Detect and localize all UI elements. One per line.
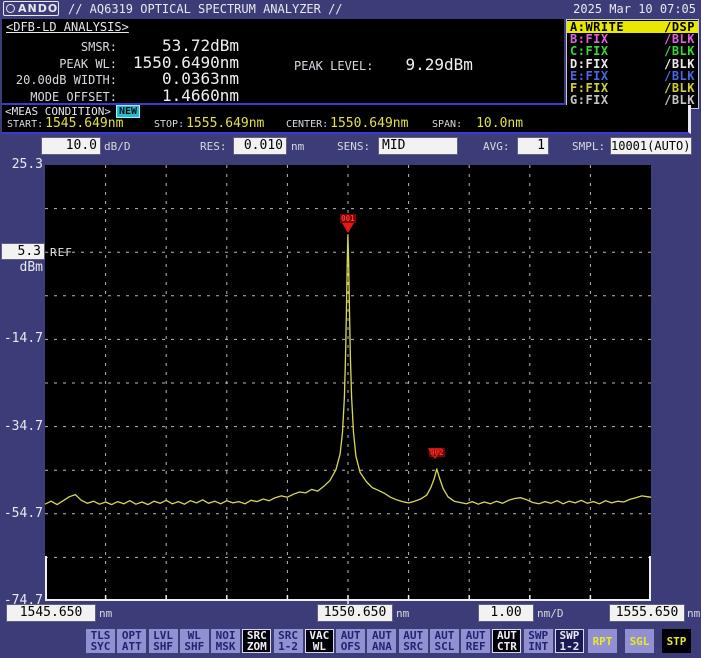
softkey-aut-ana[interactable]: AUT ANA (367, 629, 396, 653)
marker-triangle-hollow-icon (428, 448, 442, 459)
y-tick-m14: -14.7 (0, 332, 43, 346)
softkey-opt-att[interactable]: OPT ATT (117, 629, 146, 653)
trace-row-c[interactable]: C:FIX/BLK (567, 45, 698, 57)
softkey-aut-ofs[interactable]: AUT OFS (336, 629, 365, 653)
peak-level-readout: PEAK LEVEL: 9.29dBm (294, 55, 473, 74)
res-label: RES: (200, 140, 227, 153)
softkey-aut-scl[interactable]: AUT SCL (430, 629, 459, 653)
mode-offset-value: 1.4660nm (117, 86, 239, 105)
softkey-swp-1-2[interactable]: SWP 1-2 (555, 629, 584, 653)
softkey-aut-ctr[interactable]: AUT CTR (492, 629, 521, 653)
res-unit: nm (291, 140, 304, 153)
softkey-src-1-2[interactable]: SRC 1-2 (274, 629, 303, 653)
trace-mode: /BLK (664, 58, 695, 70)
datetime: 2025 Mar 10 07:05 (573, 2, 696, 16)
peak-marker-label: 001 (340, 214, 356, 223)
runkey-stp[interactable]: STP (662, 629, 691, 653)
trace-row-d[interactable]: D:FIX/BLK (567, 58, 698, 70)
avg-label: AVG: (483, 140, 510, 153)
trace-mode: /BLK (664, 45, 695, 57)
peak-marker-001: 001 (339, 214, 357, 233)
average-input[interactable]: 1 (518, 138, 548, 154)
x-stop-unit: nm (687, 607, 700, 620)
stop-wavelength-field: STOP: 1555.649nm (154, 116, 264, 131)
softkey-lvl-shf[interactable]: LVL SHF (149, 629, 178, 653)
y-axis-unit: dBm (0, 261, 43, 275)
trace-name: C:FIX (570, 45, 609, 57)
y-tick-m54: -54.7 (0, 507, 43, 521)
softkey-aut-src[interactable]: AUT SRC (399, 629, 428, 653)
x-center-unit: nm (396, 607, 409, 620)
peak-marker-002: 002 (428, 448, 446, 457)
y-tick-m34: -34.7 (0, 420, 43, 434)
analysis-row-peak-wl: PEAK WL: 1550.6490nm (2, 53, 239, 70)
analysis-row-20db-width: 20.00dB WIDTH: 0.0363nm (2, 69, 239, 86)
x-per-div-input[interactable]: 1.00 (479, 605, 533, 621)
x-per-div-unit: nm/D (537, 607, 564, 620)
peak-level-value: 9.29dBm (405, 55, 472, 74)
ando-logo: ANDO (3, 1, 59, 16)
y-tick-top: 25.3 (0, 158, 43, 172)
marker-triangle-filled-icon (342, 223, 354, 233)
ando-logo-icon (6, 4, 15, 13)
x-center-input[interactable]: 1550.650 (318, 605, 392, 621)
softkey-wl-shf[interactable]: WL SHF (180, 629, 209, 653)
softkey-bar: TLS SYCOPT ATTLVL SHFWL SHFNOI MSKSRC ZO… (86, 629, 584, 653)
run-key-bar: RPT SGL STP (588, 629, 691, 653)
sens-label: SENS: (337, 140, 370, 153)
x-start-unit: nm (99, 607, 112, 620)
ando-logo-text: ANDO (18, 2, 58, 15)
softkey-src-zom[interactable]: SRC ZOM (242, 629, 271, 653)
trace-status-panel: A:WRITE/DSPB:FIX/BLKC:FIX/BLKD:FIX/BLKE:… (566, 19, 699, 109)
x-start-input[interactable]: 1545.650 (7, 605, 95, 621)
sensitivity-input[interactable]: MID (379, 138, 457, 154)
meas-condition-bar: <MEAS CONDITION> NEW START: 1545.649nm S… (2, 105, 691, 134)
span-field: SPAN: 10.0nm (432, 116, 523, 131)
dfb-ld-analysis-panel: <DFB-LD ANALYSIS> SMSR: 53.72dBm PEAK WL… (2, 19, 564, 105)
ref-line-label: REF (50, 246, 73, 259)
runkey-sgl[interactable]: SGL (625, 629, 654, 653)
osa-screen: ANDO // AQ6319 OPTICAL SPECTRUM ANALYZER… (0, 0, 701, 658)
center-wavelength-field: CENTER: 1550.649nm (286, 116, 408, 131)
softkey-swp-int[interactable]: SWP INT (524, 629, 553, 653)
x-stop-input[interactable]: 1555.650 (610, 605, 684, 621)
start-wavelength-field: START: 1545.649nm (7, 116, 123, 131)
softkey-aut-ref[interactable]: AUT REF (461, 629, 490, 653)
ref-level-input[interactable]: 5.3 (2, 244, 44, 259)
page-title: // AQ6319 OPTICAL SPECTRUM ANALYZER // (68, 2, 343, 16)
level-scale-input[interactable]: 10.0 (42, 138, 100, 154)
trace-name: D:FIX (570, 58, 609, 70)
analysis-title: <DFB-LD ANALYSIS> (6, 20, 129, 34)
softkey-noi-msk[interactable]: NOI MSK (211, 629, 240, 653)
analysis-row-smsr: SMSR: 53.72dBm (2, 36, 239, 53)
runkey-rpt[interactable]: RPT (588, 629, 617, 653)
smpl-label: SMPL: (572, 140, 605, 153)
level-scale-unit: dB/D (104, 140, 131, 153)
spectrum-plot: REF 001 002 (45, 165, 651, 601)
softkey-vac-wl[interactable]: VAC WL (305, 629, 334, 653)
analysis-row-mode-offset: MODE OFFSET: 1.4660nm (2, 86, 239, 103)
resolution-input[interactable]: 0.010 (234, 138, 286, 154)
sampling-input[interactable]: 10001(AUTO) (611, 138, 691, 154)
softkey-tls-syc[interactable]: TLS SYC (86, 629, 115, 653)
